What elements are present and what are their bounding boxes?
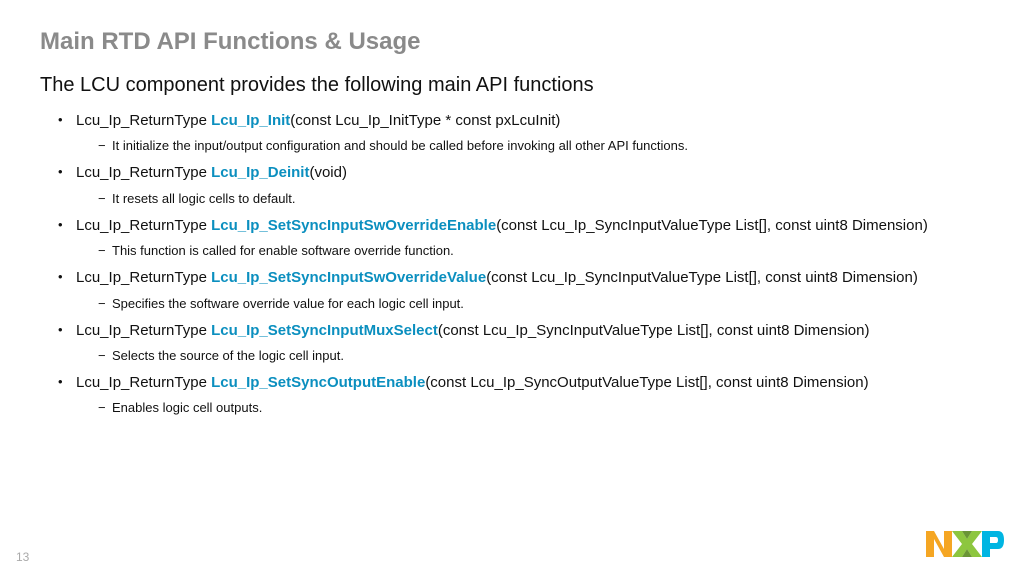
api-item: Lcu_Ip_ReturnType Lcu_Ip_Deinit(void) It … <box>58 163 984 207</box>
slide-subtitle: The LCU component provides the following… <box>40 74 984 97</box>
signature: (void) <box>309 164 347 181</box>
api-desc-list: Selects the source of the logic cell inp… <box>76 347 984 365</box>
api-item: Lcu_Ip_ReturnType Lcu_Ip_SetSyncInputSwO… <box>58 216 984 260</box>
api-desc-list: It initialize the input/output configura… <box>76 137 984 155</box>
return-type: Lcu_Ip_ReturnType <box>76 269 211 286</box>
signature: (const Lcu_Ip_SyncOutputValueType List[]… <box>425 374 868 391</box>
signature: (const Lcu_Ip_SyncInputValueType List[],… <box>496 217 928 234</box>
function-name: Lcu_Ip_SetSyncInputSwOverrideEnable <box>211 217 496 234</box>
nxp-logo-icon <box>926 529 1004 564</box>
api-desc: It initialize the input/output configura… <box>98 137 984 155</box>
function-name: Lcu_Ip_SetSyncInputMuxSelect <box>211 322 438 339</box>
api-desc-list: Specifies the software override value fo… <box>76 295 984 313</box>
function-name: Lcu_Ip_SetSyncInputSwOverrideValue <box>211 269 486 286</box>
api-desc: Specifies the software override value fo… <box>98 295 984 313</box>
return-type: Lcu_Ip_ReturnType <box>76 374 211 391</box>
signature: (const Lcu_Ip_SyncInputValueType List[],… <box>438 322 870 339</box>
return-type: Lcu_Ip_ReturnType <box>76 322 211 339</box>
api-item: Lcu_Ip_ReturnType Lcu_Ip_Init(const Lcu_… <box>58 111 984 155</box>
return-type: Lcu_Ip_ReturnType <box>76 164 211 181</box>
signature: (const Lcu_Ip_InitType * const pxLcuInit… <box>290 112 560 129</box>
api-item: Lcu_Ip_ReturnType Lcu_Ip_SetSyncInputMux… <box>58 321 984 365</box>
api-item: Lcu_Ip_ReturnType Lcu_Ip_SetSyncInputSwO… <box>58 268 984 312</box>
api-desc-list: This function is called for enable softw… <box>76 242 984 260</box>
api-desc: Enables logic cell outputs. <box>98 399 984 417</box>
api-list: Lcu_Ip_ReturnType Lcu_Ip_Init(const Lcu_… <box>40 111 984 418</box>
api-desc: It resets all logic cells to default. <box>98 190 984 208</box>
function-name: Lcu_Ip_Deinit <box>211 164 309 181</box>
function-name: Lcu_Ip_SetSyncOutputEnable <box>211 374 425 391</box>
return-type: Lcu_Ip_ReturnType <box>76 112 211 129</box>
api-item: Lcu_Ip_ReturnType Lcu_Ip_SetSyncOutputEn… <box>58 373 984 417</box>
slide-title: Main RTD API Functions & Usage <box>40 28 984 56</box>
api-desc-list: It resets all logic cells to default. <box>76 190 984 208</box>
page-number: 13 <box>16 550 29 564</box>
return-type: Lcu_Ip_ReturnType <box>76 217 211 234</box>
function-name: Lcu_Ip_Init <box>211 112 290 129</box>
api-desc: This function is called for enable softw… <box>98 242 984 260</box>
api-desc: Selects the source of the logic cell inp… <box>98 347 984 365</box>
api-desc-list: Enables logic cell outputs. <box>76 399 984 417</box>
signature: (const Lcu_Ip_SyncInputValueType List[],… <box>486 269 918 286</box>
